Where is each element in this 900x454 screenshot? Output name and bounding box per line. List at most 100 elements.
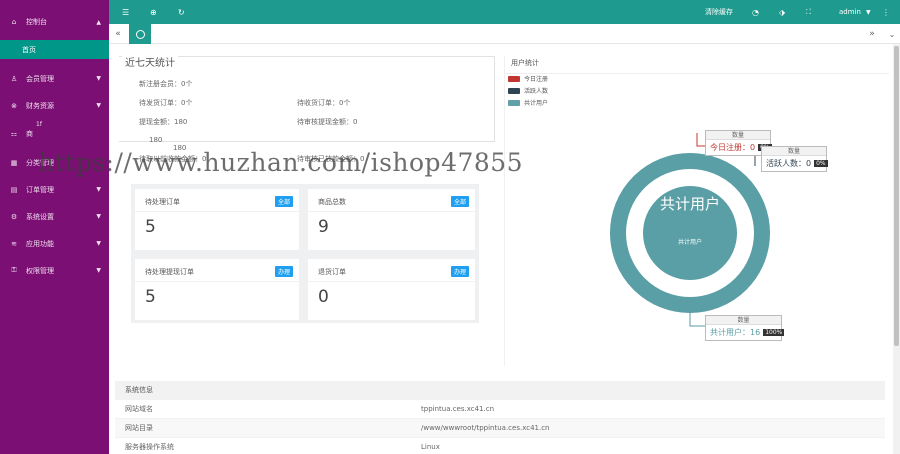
row-key: 网站域名 [125,405,153,413]
finance-icon: ⊗ [11,101,17,110]
sidebar-item-apps[interactable]: ≋ 应用功能 ▼ [0,230,109,257]
chevron-down-icon: ▼ [96,102,101,109]
clear-cache-button[interactable]: 清除缓存 [705,0,733,24]
tooltip-head: 数量 [706,316,781,325]
top-bar: ☰ ⊕ ↻ 清除缓存 ◔ ⬗ ⛶ admin ▼ ⋮ [109,0,900,24]
chevron-down-icon: ▼ [96,213,101,220]
card-divider [308,281,475,282]
order-icon: ▤ [10,185,18,194]
table-row: 服务器操作系统 Linux [115,438,885,454]
pie-center-label-big: 共计用户 [660,195,720,213]
category-icon: ⚏ [10,130,18,138]
stat-pending-receive: 待收货订单：0个 [297,99,351,107]
row-value: tppintua.ces.xc41.cn [421,405,495,413]
card-pending-orders[interactable]: 待处理订单 全部 5 [135,189,299,250]
sidebar-item-label: 会员管理 [26,74,54,83]
sidebar-item-permissions[interactable]: ⚿ 权限管理 ▼ [0,257,109,284]
pie-center-label: 共计用户 [678,238,702,246]
more-icon[interactable]: ⋮ [882,0,890,24]
tooltip-name: 共计用户： [710,328,750,337]
card-badge[interactable]: 全部 [274,196,293,207]
card-total-goods[interactable]: 商品总数 全部 9 [308,189,475,250]
stat-pending-withdraw: 待审核提现金额：0 [297,118,358,126]
table-row: 网站目录 /www/wwwroot/tppintua.ces.xc41.cn [115,419,885,438]
tooltip-head: 数量 [706,131,770,140]
permission-icon: ⚿ [11,266,17,274]
sidebar-item-members[interactable]: ♙ 会员管理 ▼ [0,65,109,92]
card-value: 5 [145,217,156,237]
card-badge[interactable]: 全部 [450,196,469,207]
menu-toggle-icon[interactable]: ☰ [122,0,129,24]
sidebar-item-label: 应用功能 [26,239,54,248]
tooltip-name: 活跃人数： [766,159,806,168]
label-line-total [689,313,705,327]
user-menu[interactable]: admin ▼ [839,0,871,24]
grid-icon: ▦ [10,158,18,167]
card-divider [135,281,299,282]
tooltip-value: 16 [750,328,761,337]
sidebar-item-label: 订单管理 [26,185,54,194]
home-icon: ⌂ [11,18,17,26]
card-return-orders[interactable]: 退货订单 办理 0 [308,259,475,320]
stat-pending-ship: 待发货订单：0个 [139,99,193,107]
card-divider [308,211,475,212]
sidebar-item-category[interactable]: ⚏ 商 1f [0,119,109,149]
chevron-down-icon[interactable]: ⌄ [883,24,900,44]
tooltip-active: 数量 活跃人数： 0 0% [761,146,828,172]
sidebar-item-label: 首页 [22,45,36,54]
stat-new-members: 新注册会员：0个 [139,80,193,88]
refresh-icon[interactable]: ↻ [178,0,185,24]
card-badge[interactable]: 办理 [274,266,293,277]
chevron-down-icon: ▼ [96,75,101,82]
sidebar-item-label: 商 [26,130,33,138]
tooltip-value: 0 [750,143,756,152]
stats-legend: 近七天统计 [122,54,178,69]
sidebar-item-finance[interactable]: ⊗ 财务资源 ▼ [0,92,109,119]
sidebar-item-orders[interactable]: ▤ 订单管理 ▼ [0,176,109,203]
card-value: 0 [318,287,329,307]
card-title: 商品总数 [318,198,346,206]
tab-home[interactable] [129,24,151,44]
table-row: 网站域名 tppintua.ces.xc41.cn [115,400,885,419]
tag-icon[interactable]: ⬗ [779,0,785,24]
system-info-title: 系统信息 [115,381,885,400]
card-divider [135,211,299,212]
sidebar-item-dashboard[interactable]: ⌂ 控制台 ▲ [0,4,109,40]
row-value: /www/wwwroot/tppintua.ces.xc41.cn [421,424,550,432]
user-icon: ♙ [10,74,18,83]
home-tab-icon [135,29,145,39]
chevron-down-icon: ▼ [96,267,101,274]
sidebar-item-label: 控制台 [26,18,47,26]
chevron-down-icon: ▼ [96,240,101,247]
stat-withdraw-amount: 提现金额：180 [139,118,188,126]
tab-bar: « » ⌄ [109,24,900,44]
sidebar-item-settings[interactable]: ⚙ 系统设置 ▼ [0,203,109,230]
system-info-table: 系统信息 网站域名 tppintua.ces.xc41.cn 网站目录 /www… [115,381,885,454]
user-pie-chart: 共计用户 共计用户 [610,133,770,327]
card-title: 待处理提现订单 [145,268,194,276]
vertical-scrollbar[interactable] [893,44,900,454]
tabs-prev-icon[interactable]: « [109,24,127,44]
tooltip-total: 数量 共计用户： 16 100% [705,315,785,341]
activity-icon: ≋ [11,239,17,248]
main-content: 近七天统计 新注册会员：0个 待发货订单：0个 待收货订单：0个 提现金额：18… [109,44,893,454]
tooltip-pct: 0% [814,160,828,167]
tooltip-name: 今日注册： [710,143,750,152]
tabs-next-icon[interactable]: » [863,24,881,44]
tooltip-pct: 100% [763,329,785,336]
theme-icon[interactable]: ◔ [752,0,759,24]
fullscreen-icon[interactable]: ⛶ [806,0,811,24]
sidebar-item-label: 系统设置 [26,212,54,221]
tooltip-head: 数量 [762,147,826,156]
row-key: 服务器操作系统 [125,443,174,451]
card-pending-withdraw[interactable]: 待处理提现订单 办理 5 [135,259,299,320]
chevron-up-icon: ▲ [96,18,101,26]
sidebar-item-home[interactable]: 首页 [0,40,109,59]
globe-icon[interactable]: ⊕ [150,0,157,24]
chevron-down-icon: ▼ [865,8,871,16]
card-badge[interactable]: 办理 [450,266,469,277]
summary-cards: 待处理订单 全部 5 商品总数 全部 9 待处理提现订单 办理 5 退货订单 办… [131,184,479,323]
scrollbar-thumb[interactable] [894,46,899,346]
sidebar: ⌂ 控制台 ▲ 首页 ♙ 会员管理 ▼ ⊗ 财务资源 ▼ ⚏ 商 1f ▦ 分类… [0,0,109,454]
row-key: 网站目录 [125,424,153,432]
